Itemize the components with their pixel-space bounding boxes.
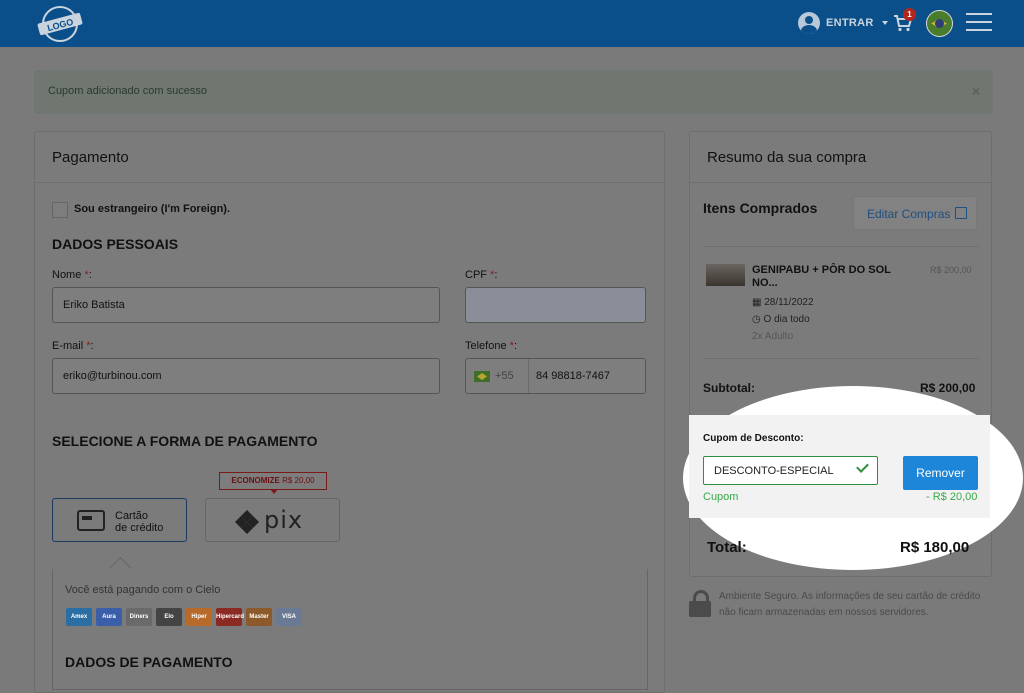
hipercard-icon: Hipercard — [216, 608, 244, 626]
edit-icon — [955, 207, 967, 219]
foreign-checkbox[interactable] — [52, 202, 68, 218]
coupon-label: Cupom de Desconto: — [703, 433, 804, 444]
summary-title: Resumo da sua compra — [707, 149, 867, 166]
personal-data-heading: DADOS PESSOAIS — [52, 236, 179, 252]
remove-coupon-button[interactable]: Remover — [903, 456, 978, 490]
top-navbar: LOGO ENTRAR 1 — [0, 0, 1024, 47]
payment-title: Pagamento — [52, 149, 129, 166]
subtotal-value: R$ 200,00 — [920, 381, 976, 395]
email-label: E-mail *: — [52, 340, 94, 352]
coupon-input[interactable]: DESCONTO-ESPECIAL — [703, 456, 878, 485]
coupon-value: DESCONTO-ESPECIAL — [714, 465, 834, 477]
cpf-field[interactable] — [465, 287, 646, 323]
elo-icon: Elo — [156, 608, 182, 626]
pix-option[interactable]: pix — [205, 498, 340, 542]
item-name: GENIPABU + PÔR DO SOL NO... — [752, 264, 891, 289]
foreign-checkbox-label: Sou estrangeiro (I'm Foreign). — [74, 203, 231, 215]
credit-card-option[interactable]: Cartão de crédito — [52, 498, 187, 542]
items-heading: Itens Comprados — [703, 200, 818, 216]
user-icon — [798, 12, 820, 34]
phone-value: 84 98818-7467 — [536, 370, 611, 382]
name-label: Nome *: — [52, 269, 92, 281]
diners-icon: Diners — [126, 608, 152, 626]
item-quantity: 2x Adulto — [752, 331, 794, 342]
payment-method-heading: SELECIONE A FORMA DE PAGAMENTO — [52, 433, 318, 449]
calendar-icon: ▦ — [752, 297, 762, 308]
cpf-label: CPF *: — [465, 269, 498, 281]
clock-icon: ◷ — [752, 314, 761, 325]
amex-icon: Amex — [66, 608, 92, 626]
secure-notice: Ambiente Seguro. As informações de seu c… — [719, 591, 981, 618]
item-price: R$ 200,00 — [930, 265, 972, 275]
savings-badge: ECONOMIZE R$ 20,00 — [219, 472, 327, 490]
login-menu[interactable]: ENTRAR — [798, 12, 888, 34]
email-field[interactable]: eriko@turbinou.com — [52, 358, 440, 394]
cielo-notice: Você está pagando com o Cielo — [65, 584, 221, 596]
edit-purchases-button[interactable]: Editar Compras — [853, 196, 977, 230]
svg-text:LOGO: LOGO — [46, 17, 74, 34]
name-value: Eriko Batista — [63, 299, 125, 311]
phone-field[interactable]: +55 84 98818-7467 — [465, 358, 646, 394]
visa-icon: VISA — [276, 608, 302, 626]
mastercard-icon: Master — [246, 608, 272, 626]
divider — [703, 246, 978, 247]
payment-card-header: Pagamento — [35, 132, 664, 183]
total-label: Total: — [707, 539, 747, 556]
success-alert: Cupom adicionado com sucesso × — [34, 70, 993, 114]
item-date: ▦ 28/11/2022 — [752, 297, 814, 308]
pix-label: pix — [264, 506, 304, 534]
pix-icon — [235, 510, 259, 534]
name-field[interactable]: Eriko Batista — [52, 287, 440, 323]
close-icon[interactable]: × — [972, 83, 980, 99]
credit-card-option-label: Cartão de crédito — [115, 510, 164, 534]
email-value: eriko@turbinou.com — [63, 370, 162, 382]
total-value: R$ 180,00 — [900, 539, 970, 556]
alert-message: Cupom adicionado com sucesso — [48, 85, 207, 97]
hiper-icon: Hiper — [186, 608, 212, 626]
subtotal-label: Subtotal: — [703, 381, 755, 395]
credit-card-icon — [77, 510, 105, 531]
logo-icon[interactable]: LOGO — [34, 4, 86, 44]
divider — [703, 358, 978, 359]
phone-country-code[interactable]: +55 — [495, 370, 514, 382]
login-label: ENTRAR — [826, 17, 874, 29]
hamburger-menu-icon[interactable] — [966, 13, 992, 33]
edit-purchases-label: Editar Compras — [867, 207, 951, 221]
chevron-down-icon — [881, 21, 888, 25]
item-thumbnail — [706, 264, 745, 286]
brazil-flag-icon[interactable] — [474, 371, 490, 382]
phone-label: Telefone *: — [465, 340, 517, 352]
card-brands: Amex Aura Diners Elo Hiper Hipercard Mas… — [66, 608, 302, 626]
coupon-discount-label: Cupom — [703, 491, 739, 503]
coupon-discount-value: - R$ 20,00 — [926, 491, 978, 503]
aura-icon: Aura — [96, 608, 122, 626]
cart-count-badge: 1 — [903, 8, 916, 21]
item-duration: ◷ O dia todo — [752, 314, 810, 325]
language-flag-icon[interactable] — [926, 10, 953, 37]
summary-card-header: Resumo da sua compra — [690, 132, 991, 183]
lock-icon — [689, 590, 711, 618]
